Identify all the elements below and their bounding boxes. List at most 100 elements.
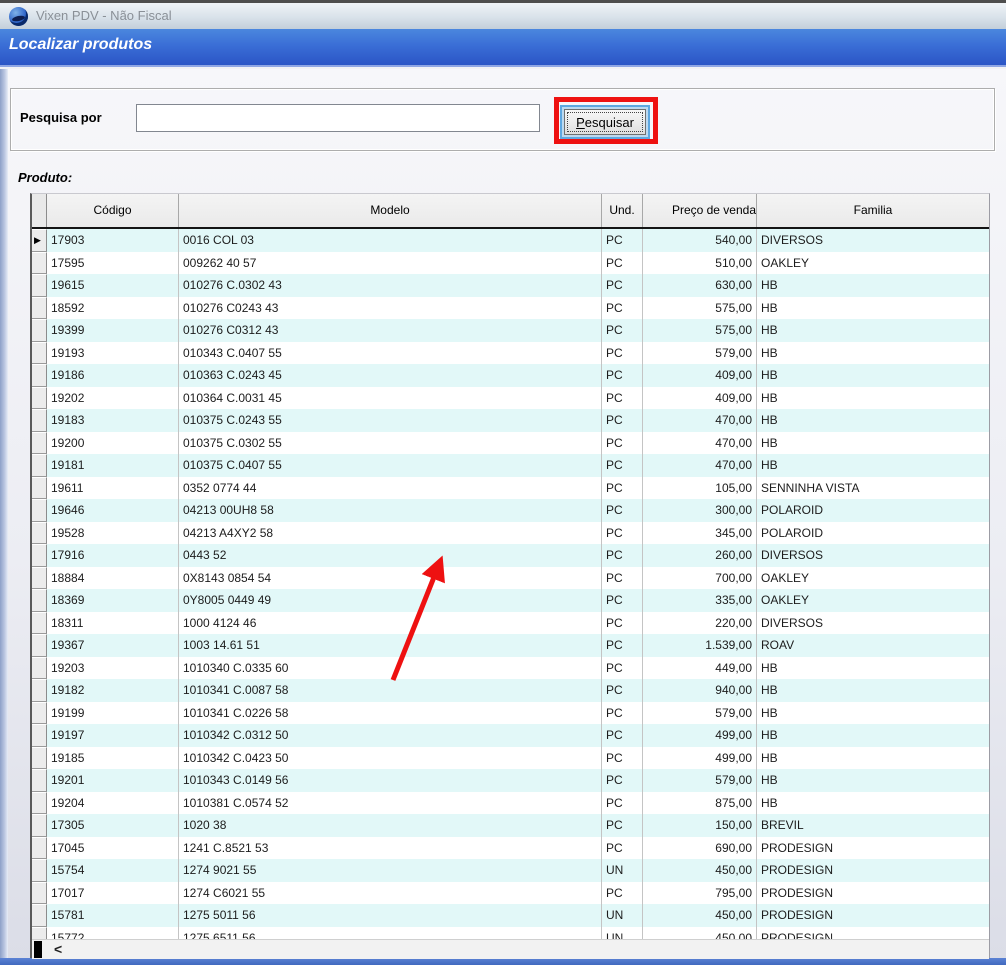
table-row[interactable]: 19183010375 C.0243 55PC470,00HB	[32, 409, 989, 432]
table-cell: 470,00	[643, 432, 757, 455]
table-cell: 010276 C0312 43	[179, 319, 602, 342]
table-cell: 17916	[47, 544, 179, 567]
app-logo-icon	[9, 7, 28, 26]
table-cell: HB	[757, 274, 989, 297]
row-selector[interactable]	[32, 252, 47, 275]
table-row[interactable]: 191991010341 C.0226 58PC579,00HB	[32, 702, 989, 725]
table-row[interactable]: 157721275 6511 56UN450,00PRODESIGN	[32, 927, 989, 940]
row-selector[interactable]	[32, 702, 47, 725]
row-selector[interactable]	[32, 454, 47, 477]
table-row[interactable]: ▶179030016 COL 03PC540,00DIVERSOS	[32, 229, 989, 252]
table-row[interactable]: 19399010276 C0312 43PC575,00HB	[32, 319, 989, 342]
table-cell: 1241 C.8521 53	[179, 837, 602, 860]
table-row[interactable]: 191971010342 C.0312 50PC499,00HB	[32, 724, 989, 747]
table-cell: 0Y8005 0449 49	[179, 589, 602, 612]
table-cell: 335,00	[643, 589, 757, 612]
search-button[interactable]: Pesquisar	[564, 109, 646, 135]
row-selector[interactable]	[32, 837, 47, 860]
row-selector[interactable]	[32, 274, 47, 297]
table-row[interactable]: 19200010375 C.0302 55PC470,00HB	[32, 432, 989, 455]
table-cell: PC	[602, 612, 643, 635]
row-selector[interactable]	[32, 612, 47, 635]
table-cell: 1010342 C.0312 50	[179, 724, 602, 747]
table-row[interactable]: 188840X8143 0854 54PC700,00OAKLEY	[32, 567, 989, 590]
column-header[interactable]: Modelo	[179, 194, 602, 227]
table-row[interactable]: 173051020 38PC150,00BREVIL	[32, 814, 989, 837]
row-selector[interactable]	[32, 769, 47, 792]
row-selector[interactable]	[32, 567, 47, 590]
table-cell: 1010341 C.0226 58	[179, 702, 602, 725]
table-cell: PC	[602, 252, 643, 275]
column-header[interactable]: Preço de venda	[643, 194, 757, 227]
row-selector[interactable]	[32, 364, 47, 387]
table-row[interactable]: 179160443 52PC260,00DIVERSOS	[32, 544, 989, 567]
row-selector[interactable]	[32, 499, 47, 522]
table-cell: 1020 38	[179, 814, 602, 837]
table-row[interactable]: 19193010343 C.0407 55PC579,00HB	[32, 342, 989, 365]
table-row[interactable]: 192031010340 C.0335 60PC449,00HB	[32, 657, 989, 680]
title-bar: Vixen PDV - Não Fiscal	[0, 0, 1006, 29]
row-selector[interactable]	[32, 319, 47, 342]
table-row[interactable]: 183690Y8005 0449 49PC335,00OAKLEY	[32, 589, 989, 612]
table-row[interactable]: 1952804213 A4XY2 58PC345,00POLAROID	[32, 522, 989, 545]
row-selector[interactable]	[32, 747, 47, 770]
table-cell: 15772	[47, 927, 179, 940]
table-row[interactable]: 18592010276 C0243 43PC575,00HB	[32, 297, 989, 320]
table-row[interactable]: 192011010343 C.0149 56PC579,00HB	[32, 769, 989, 792]
table-cell: OAKLEY	[757, 567, 989, 590]
column-header[interactable]: Código	[47, 194, 179, 227]
row-selector[interactable]	[32, 589, 47, 612]
table-row[interactable]: 157541274 9021 55UN450,00PRODESIGN	[32, 859, 989, 882]
table-row[interactable]: 183111000 4124 46PC220,00DIVERSOS	[32, 612, 989, 635]
scroll-left-icon[interactable]: <	[54, 940, 62, 959]
row-selector[interactable]	[32, 477, 47, 500]
table-cell: 150,00	[643, 814, 757, 837]
table-row[interactable]: 19615010276 C.0302 43PC630,00HB	[32, 274, 989, 297]
horizontal-scrollbar[interactable]: <	[32, 939, 989, 959]
row-selector[interactable]	[32, 657, 47, 680]
table-cell: 0352 0774 44	[179, 477, 602, 500]
table-row[interactable]: 196110352 0774 44PC105,00SENNINHA VISTA	[32, 477, 989, 500]
row-selector[interactable]	[32, 409, 47, 432]
table-row[interactable]: 19202010364 C.0031 45PC409,00HB	[32, 387, 989, 410]
table-row[interactable]: 19186010363 C.0243 45PC409,00HB	[32, 364, 989, 387]
table-cell: 17305	[47, 814, 179, 837]
row-selector[interactable]	[32, 904, 47, 927]
row-selector[interactable]	[32, 544, 47, 567]
table-cell: HB	[757, 724, 989, 747]
table-cell: 579,00	[643, 702, 757, 725]
table-row[interactable]: 17595009262 40 57PC510,00OAKLEY	[32, 252, 989, 275]
hscrollbar-thumb[interactable]	[34, 941, 42, 958]
table-cell: PC	[602, 657, 643, 680]
table-row[interactable]: 192041010381 C.0574 52PC875,00HB	[32, 792, 989, 815]
row-selector[interactable]	[32, 724, 47, 747]
row-selector[interactable]	[32, 297, 47, 320]
table-row[interactable]: 157811275 5011 56UN450,00PRODESIGN	[32, 904, 989, 927]
table-row[interactable]: 193671003 14.61 51PC1.539,00ROAV	[32, 634, 989, 657]
row-selector[interactable]	[32, 342, 47, 365]
row-selector[interactable]	[32, 814, 47, 837]
table-row[interactable]: 19181010375 C.0407 55PC470,00HB	[32, 454, 989, 477]
table-row[interactable]: 170451241 C.8521 53PC690,00PRODESIGN	[32, 837, 989, 860]
table-cell: HB	[757, 702, 989, 725]
row-selector[interactable]	[32, 634, 47, 657]
current-row-indicator[interactable]: ▶	[32, 229, 47, 252]
table-cell: 009262 40 57	[179, 252, 602, 275]
row-selector[interactable]	[32, 679, 47, 702]
table-cell: 450,00	[643, 904, 757, 927]
row-selector[interactable]	[32, 522, 47, 545]
table-cell: 19201	[47, 769, 179, 792]
table-row[interactable]: 191821010341 C.0087 58PC940,00HB	[32, 679, 989, 702]
row-selector[interactable]	[32, 387, 47, 410]
row-selector[interactable]	[32, 432, 47, 455]
column-header[interactable]: Familia	[757, 194, 989, 227]
row-selector[interactable]	[32, 882, 47, 905]
table-row[interactable]: 1964604213 00UH8 58PC300,00POLAROID	[32, 499, 989, 522]
table-row[interactable]: 170171274 C6021 55PC795,00PRODESIGN	[32, 882, 989, 905]
column-header[interactable]: Und.	[602, 194, 643, 227]
row-selector[interactable]	[32, 927, 47, 940]
search-input[interactable]	[136, 104, 540, 132]
row-selector[interactable]	[32, 859, 47, 882]
table-row[interactable]: 191851010342 C.0423 50PC499,00HB	[32, 747, 989, 770]
row-selector[interactable]	[32, 792, 47, 815]
